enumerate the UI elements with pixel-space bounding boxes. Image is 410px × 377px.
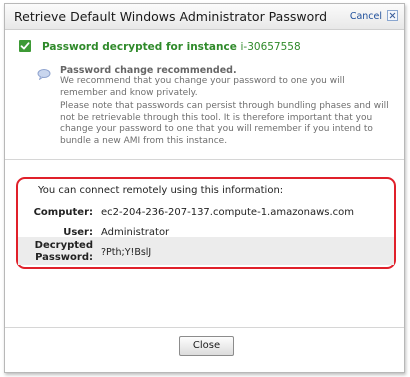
computer-value: ec2-204-236-207-137.compute-1.amazonaws.…	[101, 207, 354, 218]
dialog-title: Retrieve Default Windows Administrator P…	[14, 9, 328, 24]
password-label-line-2: Password:	[35, 252, 93, 263]
notice-title: Password change recommended.	[60, 65, 237, 76]
decrypt-status: Password decrypted for instance i-306575…	[42, 41, 301, 53]
close-button[interactable]: Close	[179, 336, 234, 356]
computer-label: Computer:	[33, 207, 93, 218]
password-label-line-1: Decrypted	[34, 240, 93, 251]
footer-divider	[5, 327, 404, 328]
decrypt-status-message: Password decrypted for instance	[42, 41, 237, 53]
speech-bubble-icon	[37, 65, 51, 81]
close-icon[interactable]	[387, 10, 398, 21]
divider	[5, 159, 404, 160]
instance-id: i-30657558	[240, 41, 301, 53]
cancel-link[interactable]: Cancel	[350, 11, 382, 22]
notice-paragraph-1: We recommend that you change your passwo…	[60, 76, 345, 98]
notice-paragraph-2: Please note that passwords can persist t…	[60, 101, 389, 146]
connection-intro: You can connect remotely using this info…	[38, 185, 284, 196]
retrieve-password-dialog: Retrieve Default Windows Administrator P…	[4, 3, 405, 373]
password-value[interactable]: ?Pth;Y!BslJ	[101, 247, 151, 258]
dialog-titlebar: Retrieve Default Windows Administrator P…	[5, 4, 404, 30]
success-check-icon	[19, 40, 31, 52]
password-label: Decrypted Password:	[33, 240, 93, 264]
